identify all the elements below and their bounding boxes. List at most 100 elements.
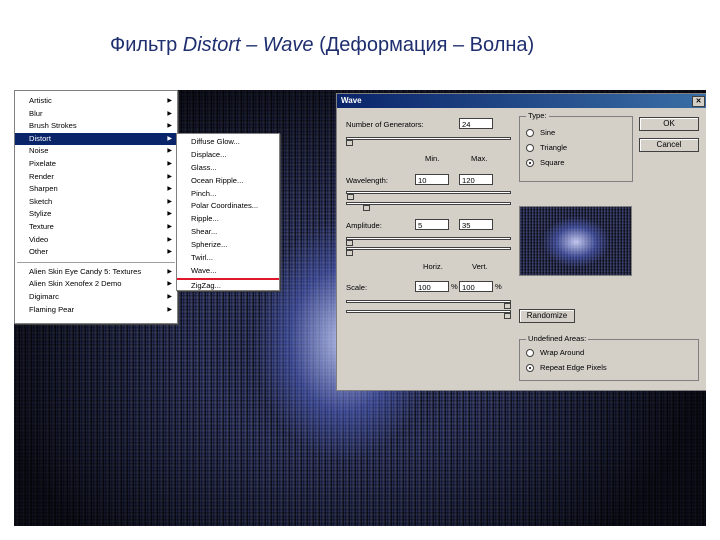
submenu-arrow-icon: ▶	[167, 293, 172, 300]
type-square-label: Square	[540, 158, 565, 167]
slide-title: Фильтр Distort – Wave (Деформация – Волн…	[110, 34, 534, 57]
ok-button[interactable]: OK	[639, 117, 699, 131]
amplitude-min-slider[interactable]	[346, 237, 511, 240]
wavelength-min-thumb[interactable]	[347, 194, 354, 200]
menu-item-xenofex[interactable]: Alien Skin Xenofex 2 Demo ▶	[15, 278, 177, 291]
menu-item-stylize[interactable]: Stylize ▶	[15, 208, 177, 221]
amplitude-max-thumb[interactable]	[346, 250, 353, 256]
undefined-areas-label: Undefined Areas:	[526, 334, 589, 343]
amplitude-max-input[interactable]: 35	[459, 219, 493, 230]
submenu-item-diffuse-glow[interactable]: Diffuse Glow...	[177, 136, 279, 149]
submenu-item-ripple[interactable]: Ripple...	[177, 213, 279, 226]
submenu-arrow-icon: ▶	[167, 198, 172, 205]
amplitude-max-slider[interactable]	[346, 247, 511, 250]
amplitude-min-input[interactable]: 5	[415, 219, 449, 230]
randomize-button[interactable]: Randomize	[519, 309, 575, 323]
wavelength-label: Wavelength:	[346, 176, 388, 185]
wavelength-max-slider[interactable]	[346, 202, 511, 205]
type-sine-label: Sine	[540, 128, 556, 137]
scale-vert-thumb[interactable]	[504, 313, 511, 319]
type-triangle-radio[interactable]	[526, 144, 534, 152]
scale-horiz-percent: %	[451, 282, 458, 291]
scale-horiz-thumb[interactable]	[504, 303, 511, 309]
menu-item-other[interactable]: Other ▶	[15, 246, 177, 259]
menu-item-label: Noise	[29, 146, 49, 156]
wave-dialog: Wave ✕ Number of Generators: 24 Min. Max…	[336, 93, 706, 391]
scale-vert-percent: %	[495, 282, 502, 291]
scale-horiz-input[interactable]: 100	[415, 281, 449, 292]
vert-label: Vert.	[472, 262, 488, 271]
submenu-arrow-icon: ▶	[167, 306, 172, 313]
scale-vert-slider[interactable]	[346, 310, 511, 313]
menu-item-label: Flaming Pear	[29, 304, 75, 314]
repeat-edge-radio[interactable]	[526, 364, 534, 372]
submenu-item-displace[interactable]: Displace...	[177, 149, 279, 162]
amplitude-min-thumb[interactable]	[346, 240, 353, 246]
menu-item-distort[interactable]: Distort ▶	[15, 132, 177, 146]
photoshop-screenshot: Artistic ▶ Blur ▶ Brush Strokes ▶ Distort ▶ …	[14, 90, 706, 526]
generators-input[interactable]: 24	[459, 118, 493, 129]
submenu-arrow-icon: ▶	[167, 236, 172, 243]
wave-preview	[519, 206, 632, 276]
submenu-item-ocean-ripple[interactable]: Ocean Ripple...	[177, 175, 279, 188]
menu-item-label: Texture	[29, 221, 54, 231]
menu-item-eye-candy[interactable]: Alien Skin Eye Candy 5: Textures ▶	[15, 266, 177, 279]
type-sine-radio[interactable]	[526, 129, 534, 137]
submenu-arrow-icon: ▶	[167, 281, 172, 288]
submenu-arrow-icon: ▶	[167, 186, 172, 193]
menu-item-label: Sketch	[29, 196, 53, 206]
wavelength-max-thumb[interactable]	[363, 205, 370, 211]
submenu-item-twirl[interactable]: Twirl...	[177, 252, 279, 265]
menu-item-artistic[interactable]: Artistic ▶	[15, 95, 177, 108]
cancel-button[interactable]: Cancel	[639, 138, 699, 152]
menu-item-pixelate[interactable]: Pixelate ▶	[15, 158, 177, 171]
amplitude-label: Amplitude:	[346, 221, 382, 230]
submenu-item-shear[interactable]: Shear...	[177, 226, 279, 239]
wavelength-min-input[interactable]: 10	[415, 174, 449, 185]
submenu-item-spherize[interactable]: Spherize...	[177, 239, 279, 252]
menu-item-digimarc[interactable]: Digimarc ▶	[15, 291, 177, 304]
submenu-item-wave[interactable]: Wave...	[177, 265, 279, 280]
scale-horiz-slider[interactable]	[346, 300, 511, 303]
menu-item-texture[interactable]: Texture ▶	[15, 221, 177, 234]
dialog-titlebar[interactable]: Wave ✕	[337, 94, 706, 108]
wrap-around-radio[interactable]	[526, 349, 534, 357]
type-square-radio[interactable]	[526, 159, 534, 167]
menu-item-label: Video	[29, 234, 49, 244]
submenu-item-polar-coordinates[interactable]: Polar Coordinates...	[177, 200, 279, 213]
scale-label: Scale:	[346, 283, 368, 292]
submenu-arrow-icon: ▶	[167, 123, 172, 130]
close-icon[interactable]: ✕	[692, 96, 705, 107]
slide-title-filter: Distort – Wave	[182, 34, 314, 56]
scale-vert-input[interactable]: 100	[459, 281, 493, 292]
dialog-title: Wave	[341, 96, 362, 105]
menu-item-sketch[interactable]: Sketch ▶	[15, 196, 177, 209]
wavelength-max-input[interactable]: 120	[459, 174, 493, 185]
generators-slider-thumb[interactable]	[346, 140, 353, 146]
menu-item-render[interactable]: Render ▶	[15, 171, 177, 184]
slide-title-suffix: (Деформация – Волна)	[313, 34, 535, 56]
menu-item-label: Artistic	[29, 96, 52, 105]
submenu-item-glass[interactable]: Glass...	[177, 162, 279, 175]
min-label: Min.	[425, 154, 440, 163]
menu-item-noise[interactable]: Noise ▶	[15, 145, 177, 158]
menu-item-sharpen[interactable]: Sharpen ▶	[15, 183, 177, 196]
menu-item-label: Render	[29, 171, 54, 181]
submenu-arrow-icon: ▶	[167, 160, 172, 167]
generators-slider[interactable]	[346, 137, 511, 140]
menu-item-label: Pixelate	[29, 158, 57, 168]
menu-item-flaming-pear[interactable]: Flaming Pear ▶	[15, 304, 177, 317]
menu-item-brush-strokes[interactable]: Brush Strokes ▶	[15, 120, 177, 133]
menu-item-label: Alien Skin Eye Candy 5: Textures	[29, 266, 142, 276]
distort-submenu: Diffuse Glow... Displace... Glass... Oce…	[176, 133, 280, 291]
menu-item-video[interactable]: Video ▶	[15, 234, 177, 247]
submenu-item-zigzag[interactable]: ZigZag...	[177, 280, 279, 293]
submenu-arrow-icon: ▶	[167, 223, 172, 230]
undefined-areas-group: Undefined Areas: Wrap Around Repeat Edge…	[519, 334, 699, 381]
submenu-item-pinch[interactable]: Pinch...	[177, 188, 279, 201]
submenu-arrow-icon: ▶	[167, 249, 172, 256]
submenu-arrow-icon: ▶	[167, 98, 172, 104]
menu-item-label: Digimarc	[29, 291, 59, 301]
wavelength-min-slider[interactable]	[346, 191, 511, 194]
menu-item-blur[interactable]: Blur ▶	[15, 108, 177, 121]
